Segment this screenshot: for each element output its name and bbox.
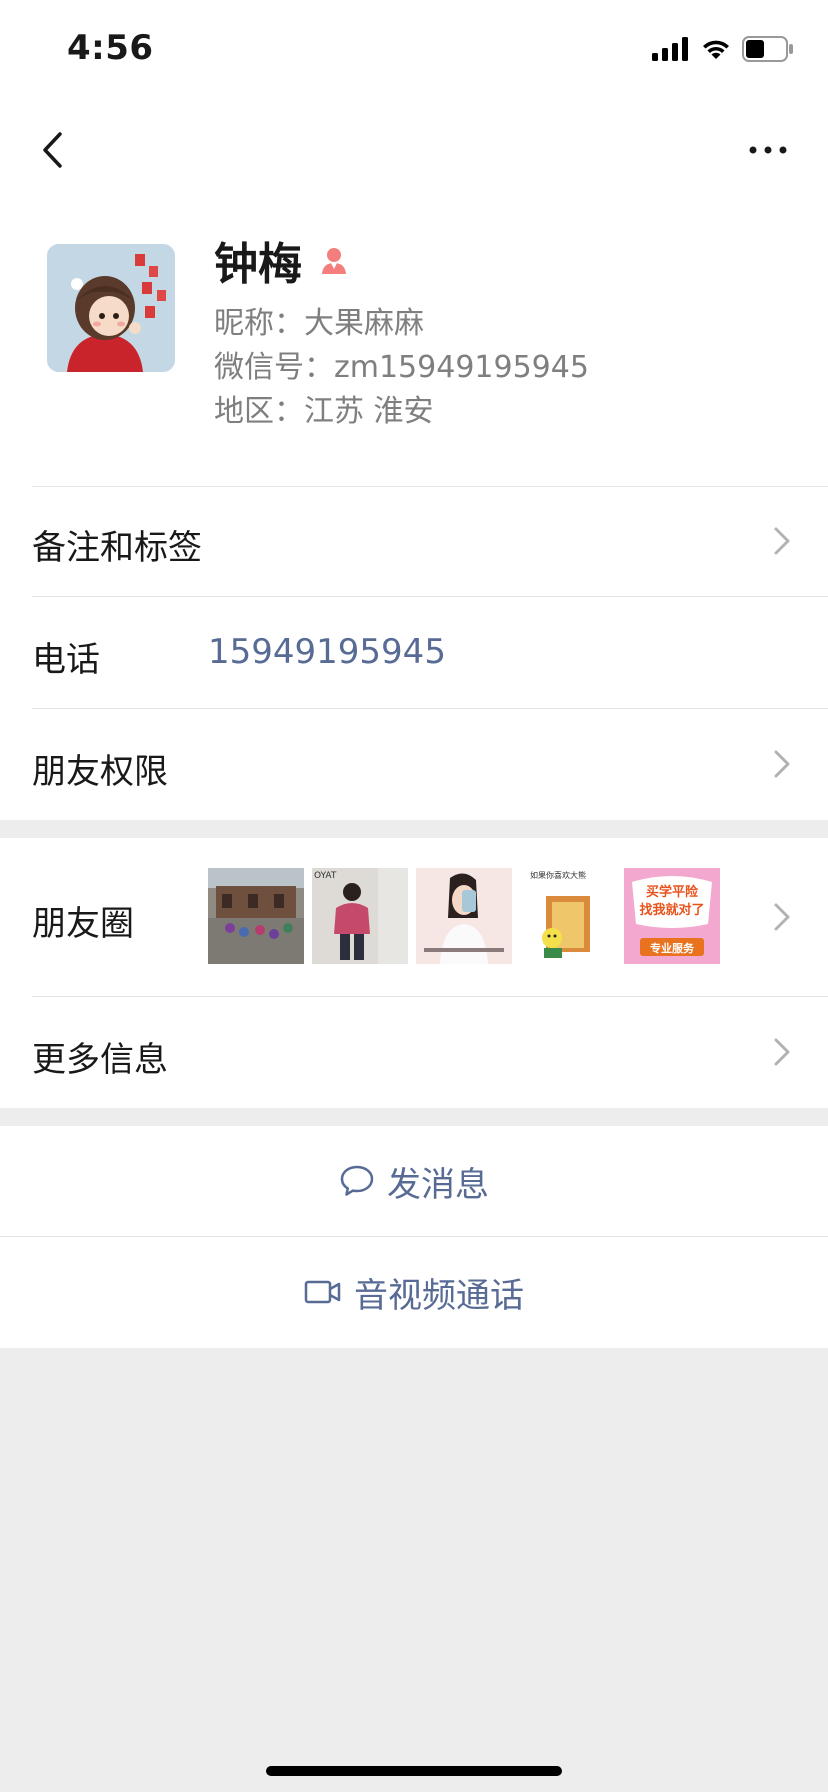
- chat-bubble-icon: [340, 1165, 374, 1196]
- video-camera-icon: [304, 1280, 341, 1304]
- contact-name: 钟梅: [214, 239, 302, 290]
- thumb-headline-line2: 找我就对了: [639, 902, 704, 918]
- more-button[interactable]: [738, 120, 798, 180]
- avatar-illustration: [47, 244, 175, 372]
- phone-label: 电话: [32, 640, 100, 680]
- female-icon: [322, 248, 346, 274]
- remarks-tags-label: 备注和标签: [32, 528, 202, 568]
- status-time: 4:56: [67, 28, 154, 68]
- divider: [32, 708, 828, 709]
- status-bar: 4:56: [0, 0, 828, 100]
- divider: [0, 1236, 828, 1237]
- video-call-button[interactable]: 音视频通话: [0, 1236, 828, 1348]
- friend-permissions-label: 朋友权限: [32, 752, 168, 792]
- divider: [32, 996, 828, 997]
- thumb-caption-text: 如果你喜欢大熊: [530, 870, 586, 880]
- phone-row[interactable]: 电话 15949195945: [0, 596, 828, 708]
- chevron-right-icon: [774, 903, 790, 931]
- more-info-row[interactable]: 更多信息: [0, 996, 828, 1108]
- nickname-text: 昵称：大果麻麻: [214, 306, 424, 341]
- moment-thumbnail[interactable]: OYAT: [312, 868, 408, 964]
- friend-permissions-row[interactable]: 朋友权限: [0, 708, 828, 820]
- video-call-label: 音视频通话: [354, 1275, 524, 1316]
- chevron-right-icon: [774, 1038, 790, 1066]
- battery-icon: [742, 36, 793, 62]
- wechat-id-text: 微信号：zm15949195945: [214, 350, 589, 385]
- more-info-label: 更多信息: [32, 1040, 168, 1080]
- moment-thumbnail[interactable]: 买学平险 找我就对了 专业服务: [624, 868, 720, 964]
- status-icons: [652, 36, 794, 62]
- chevron-right-icon: [774, 527, 790, 555]
- send-message-button[interactable]: 发消息: [0, 1126, 828, 1236]
- more-dots-icon: [749, 146, 787, 154]
- divider: [32, 596, 828, 597]
- nav-bar: [0, 100, 828, 200]
- moments-thumbnails: OYAT 如果你喜欢大熊 买学平险 找我就对了 专业服务: [208, 868, 720, 964]
- moment-thumbnail[interactable]: 如果你喜欢大熊: [520, 868, 616, 964]
- send-message-label: 发消息: [387, 1164, 489, 1205]
- thumb-tag-text: 专业服务: [650, 941, 695, 955]
- moment-thumbnail[interactable]: [416, 868, 512, 964]
- moments-row[interactable]: 朋友圈 OYAT 如果你喜欢大熊 买学平险 找我就对了 专业服务: [0, 838, 828, 996]
- chevron-left-icon: [43, 132, 62, 168]
- divider: [32, 486, 828, 487]
- moment-thumbnail[interactable]: [208, 868, 304, 964]
- moments-label: 朋友圈: [32, 904, 134, 944]
- name-row: 钟梅: [214, 230, 350, 290]
- home-indicator: [266, 1766, 562, 1776]
- phone-number-link[interactable]: 15949195945: [208, 632, 446, 672]
- wifi-icon: [703, 40, 729, 59]
- thumb-headline-line1: 买学平险: [646, 884, 699, 900]
- remarks-tags-row[interactable]: 备注和标签: [0, 486, 828, 596]
- back-button[interactable]: [30, 120, 74, 180]
- thumb-tag-text: OYAT: [314, 871, 337, 881]
- chevron-right-icon: [774, 750, 790, 778]
- avatar[interactable]: [47, 244, 175, 372]
- region-text: 地区：江苏 淮安: [214, 394, 434, 429]
- profile-card: 钟梅 昵称：大果麻麻 微信号：zm15949195945 地区：江苏 淮安: [0, 200, 828, 486]
- signal-icon: [652, 37, 688, 61]
